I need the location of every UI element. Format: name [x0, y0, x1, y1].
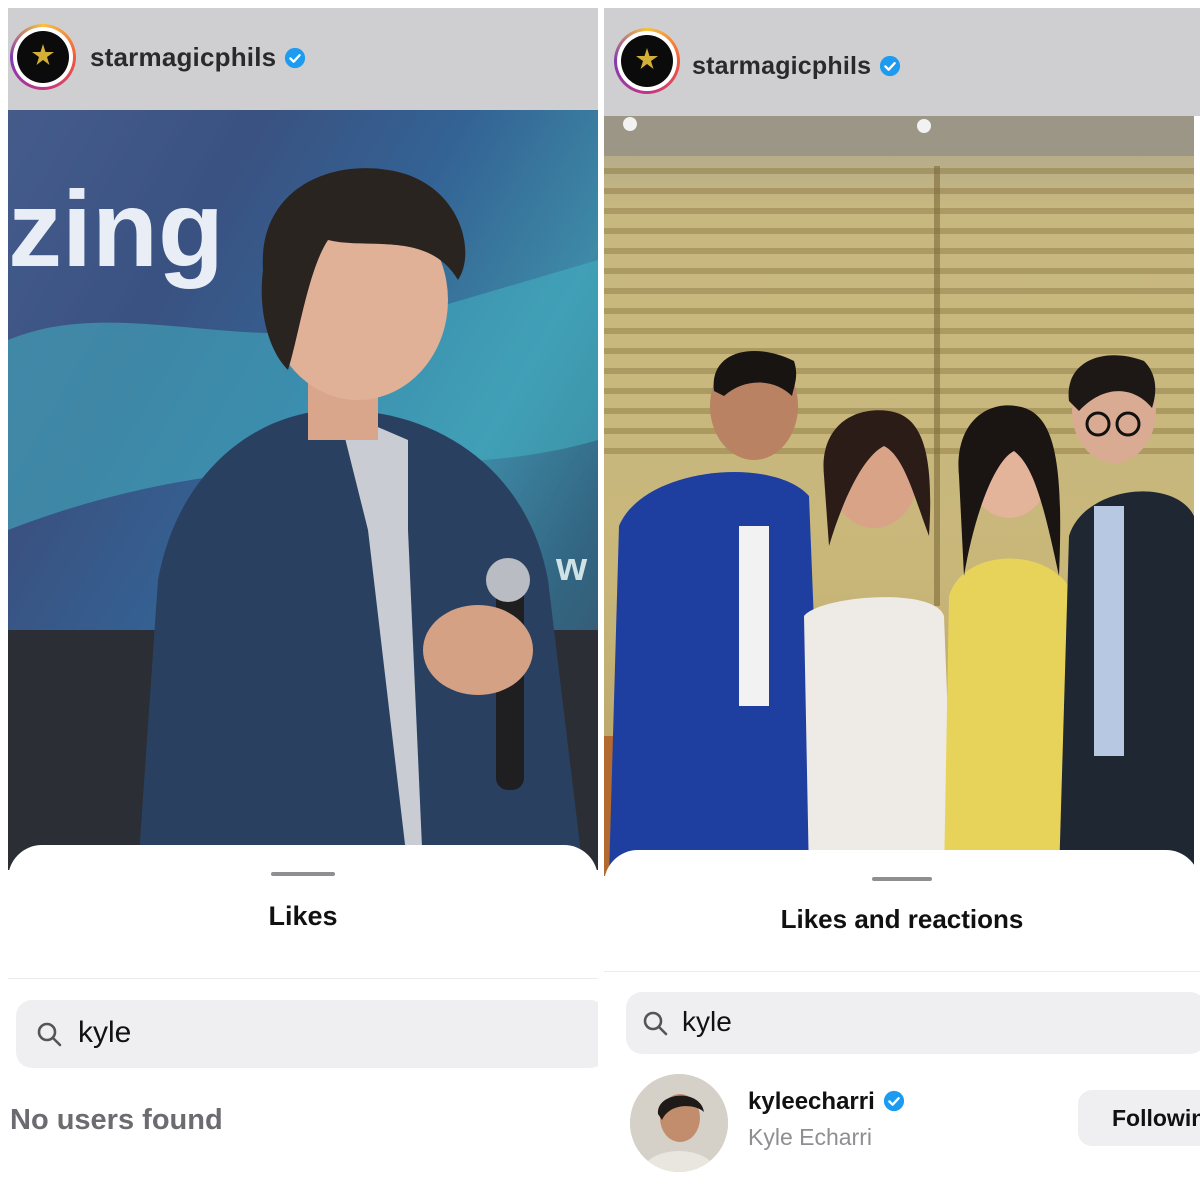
user-avatar[interactable] [630, 1074, 728, 1172]
likes-sheet: Likes and reactions kyle kyleecharri Kyl… [604, 850, 1200, 1200]
search-input[interactable]: kyle [682, 1006, 732, 1038]
search-icon [643, 1011, 668, 1036]
verified-badge-icon [285, 47, 306, 69]
user-photo [630, 1074, 728, 1172]
backdrop-text: zing [8, 168, 224, 289]
empty-state-message: No users found [10, 1104, 223, 1136]
following-button[interactable]: Following [1078, 1090, 1200, 1146]
user-handle[interactable]: kyleecharri [748, 1088, 905, 1116]
account-avatar[interactable] [10, 24, 76, 90]
account-username[interactable]: starmagicphils [90, 42, 306, 73]
left-screenshot: zing w starmagicphils Likes kyle No user… [0, 0, 598, 1200]
account-username[interactable]: starmagicphils [692, 52, 901, 81]
user-result-row[interactable]: kyleecharri Kyle Echarri Following [604, 1074, 1200, 1174]
sheet-divider [8, 978, 598, 979]
sheet-divider [604, 971, 1200, 972]
post-photo: zing w [8, 110, 598, 870]
star-magic-logo-icon [636, 48, 658, 69]
sheet-title: Likes [268, 901, 338, 931]
post-photo-illustration [604, 116, 1194, 876]
likes-sheet: Likes kyle No users found [8, 845, 598, 1200]
search-field[interactable]: kyle [626, 992, 1200, 1054]
right-screenshot: starmagicphils Likes and reactions kyle [602, 0, 1200, 1200]
sheet-grabber[interactable] [271, 872, 335, 876]
verified-badge-icon [883, 1090, 904, 1112]
user-display-name: Kyle Echarri [748, 1124, 872, 1150]
post-header: starmagicphils [8, 8, 598, 110]
post-photo [604, 116, 1194, 876]
search-input[interactable]: kyle [78, 1016, 131, 1050]
post-photo-illustration: zing w [8, 110, 598, 870]
search-icon [37, 1022, 62, 1047]
account-avatar[interactable] [614, 28, 680, 94]
sheet-grabber[interactable] [872, 877, 932, 881]
sheet-title: Likes and reactions [780, 904, 1024, 934]
post-header: starmagicphils [604, 8, 1200, 116]
search-field[interactable]: kyle [16, 1000, 598, 1068]
star-magic-logo-icon [32, 44, 54, 65]
backdrop-text-2: w [555, 545, 588, 589]
verified-badge-icon [880, 55, 901, 77]
